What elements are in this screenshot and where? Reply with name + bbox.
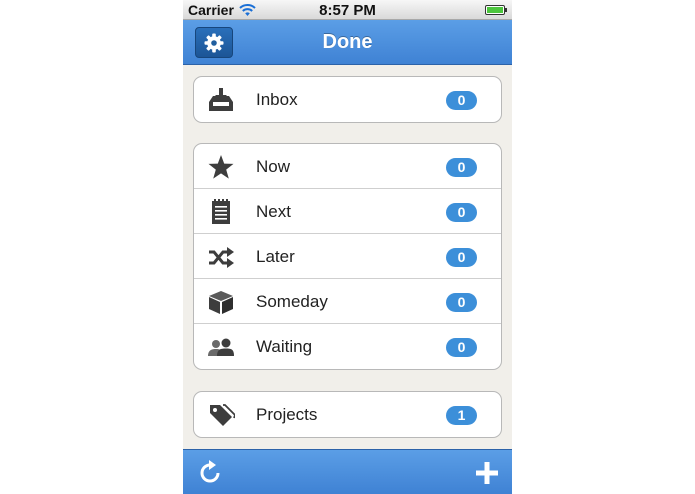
tag-icon xyxy=(210,404,235,426)
status-bar: Carrier 8:57 PM xyxy=(183,0,512,20)
box-icon xyxy=(209,291,233,314)
list-item-now[interactable]: Now 0 xyxy=(194,144,501,189)
count-badge: 1 xyxy=(446,406,477,425)
row-label: Later xyxy=(256,247,295,266)
row-label: Inbox xyxy=(256,90,298,109)
count-badge: 0 xyxy=(446,293,477,312)
bottom-toolbar xyxy=(183,449,512,494)
projects-group: Projects 1 xyxy=(193,391,502,438)
list-item-next[interactable]: Next 0 xyxy=(194,189,501,234)
row-label: Projects xyxy=(256,405,318,424)
app-screen: Carrier 8:57 PM Done Inbox 0 Now 0 Next … xyxy=(183,0,512,494)
star-icon xyxy=(208,155,234,179)
list-item-waiting[interactable]: Waiting 0 xyxy=(194,324,501,369)
list-item-inbox[interactable]: Inbox 0 xyxy=(194,77,501,122)
list-item-projects[interactable]: Projects 1 xyxy=(194,392,501,437)
count-badge: 0 xyxy=(446,248,477,267)
count-badge: 0 xyxy=(446,91,477,110)
plus-icon[interactable] xyxy=(474,460,500,486)
settings-button[interactable] xyxy=(195,27,233,58)
context-group: Now 0 Next 0 Later 0 Someday 0 Waiting 0 xyxy=(193,143,502,370)
page-title: Done xyxy=(322,31,373,53)
row-label: Now xyxy=(256,157,291,176)
navigation-bar: Done xyxy=(183,20,512,65)
shuffle-icon xyxy=(209,247,234,268)
people-icon xyxy=(208,338,234,356)
row-label: Waiting xyxy=(256,337,313,356)
inbox-group: Inbox 0 xyxy=(193,76,502,123)
notepad-icon xyxy=(212,199,230,224)
inbox-icon xyxy=(209,88,233,111)
list-item-later[interactable]: Later 0 xyxy=(194,234,501,279)
count-badge: 0 xyxy=(446,338,477,357)
battery-icon xyxy=(485,5,507,15)
list-item-someday[interactable]: Someday 0 xyxy=(194,279,501,324)
row-label: Next xyxy=(256,202,291,221)
status-time: 8:57 PM xyxy=(319,2,376,19)
count-badge: 0 xyxy=(446,158,477,177)
gear-icon xyxy=(204,33,224,52)
row-label: Someday xyxy=(256,292,328,311)
refresh-icon[interactable] xyxy=(197,460,223,486)
count-badge: 0 xyxy=(446,203,477,222)
